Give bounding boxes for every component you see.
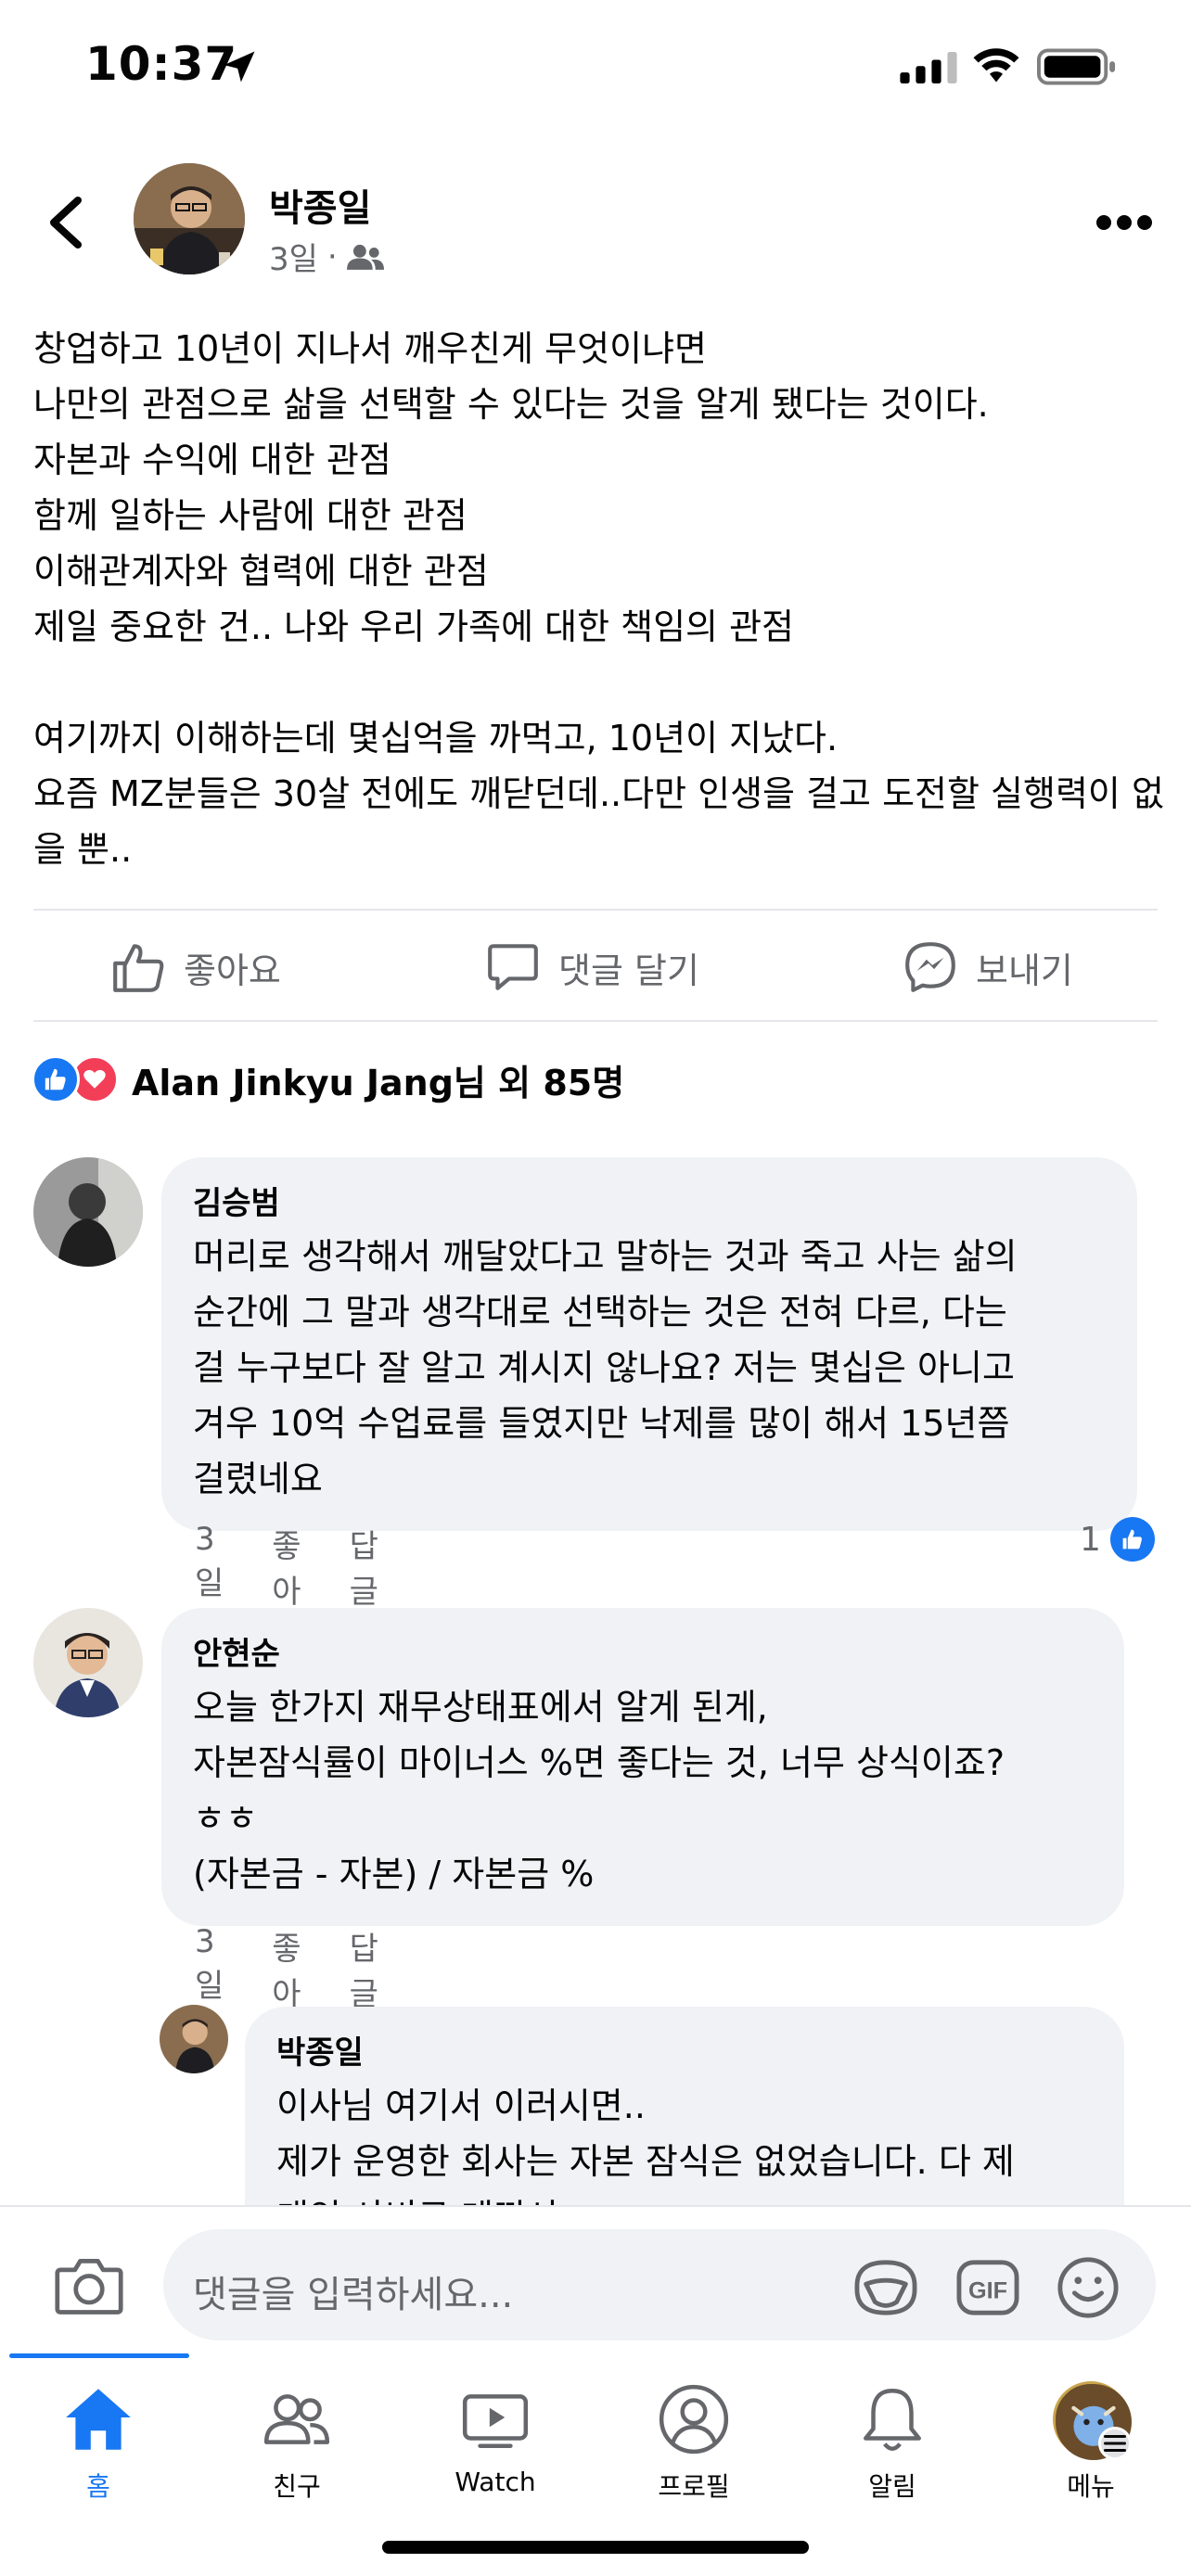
- like-label: 좋아요: [184, 950, 281, 991]
- cellular-signal-icon: [900, 52, 957, 83]
- author-name[interactable]: 박종일: [269, 178, 371, 232]
- thumbs-up-icon: [113, 944, 164, 992]
- svg-text:GIF: GIF: [968, 2278, 1007, 2304]
- sticker-icon[interactable]: [852, 2257, 920, 2318]
- author-avatar[interactable]: [134, 163, 245, 274]
- menu-avatar: [1053, 2381, 1132, 2460]
- nav-home-label: 홈: [86, 2471, 110, 2502]
- send-label: 보내기: [976, 950, 1073, 991]
- messenger-icon: [905, 942, 955, 992]
- status-bar: 10:37: [0, 0, 1191, 130]
- reaction-summary[interactable]: Alan Jinkyu Jang님 외 85명: [32, 1052, 624, 1107]
- friends-icon: [263, 2394, 330, 2444]
- nav-profile-label: 프로필: [658, 2471, 730, 2502]
- friends-icon: [346, 244, 384, 270]
- nav-watch[interactable]: Watch: [403, 2381, 588, 2520]
- comment-button[interactable]: 댓글 달기: [484, 938, 699, 996]
- commenter-name[interactable]: 박종일: [276, 2027, 1093, 2072]
- commenter-name[interactable]: 김승범: [193, 1178, 1106, 1223]
- post-time: 3일: [269, 241, 318, 278]
- reaction-summary-text: Alan Jinkyu Jang님 외 85명: [132, 1062, 625, 1103]
- reply-bubble[interactable]: 박종일 이사님 여기서 이러시면.. 제가 운영한 회사는 자본 잠식은 없었습…: [245, 2007, 1124, 2211]
- divider: [33, 1020, 1158, 1022]
- comment-input-placeholder: 댓글을 입력하세요...: [193, 2274, 514, 2316]
- nav-menu[interactable]: 메뉴: [998, 2381, 1184, 2520]
- comment-composer: 댓글을 입력하세요... GIF: [0, 2205, 1191, 2353]
- home-icon: [66, 2389, 131, 2450]
- comment-input[interactable]: 댓글을 입력하세요... GIF: [163, 2229, 1156, 2340]
- commenter-avatar[interactable]: [33, 1608, 143, 1717]
- post-body: 창업하고 10년이 지나서 깨우친게 무엇이냐면 나만의 관점으로 삶을 선택할…: [33, 328, 1164, 870]
- back-arrow-icon[interactable]: [41, 195, 93, 250]
- nav-notifications-label: 알림: [868, 2471, 916, 2502]
- post-meta: 3일 ·: [269, 234, 384, 279]
- send-button[interactable]: 보내기: [902, 938, 1073, 996]
- comment-text: 이사님 여기서 이러시면.. 제가 운영한 회사는 자본 잠식은 없었습니다. …: [276, 2085, 1015, 2211]
- camera-icon[interactable]: [54, 2255, 124, 2316]
- comment-text: 머리로 생각해서 깨달았다고 말하는 것과 죽고 사는 삶의 순간에 그 말과 …: [193, 1236, 1018, 1499]
- location-arrow-icon: [224, 51, 255, 83]
- menu-icon: [1098, 2427, 1132, 2460]
- nav-friends[interactable]: 친구: [204, 2381, 390, 2520]
- like-reaction-icon: [1109, 1517, 1155, 1562]
- comment-reaction-number: 1: [1080, 1520, 1101, 1559]
- active-tab-indicator: [9, 2353, 189, 2358]
- comment-label: 댓글 달기: [558, 950, 699, 991]
- more-options-icon[interactable]: [1095, 204, 1154, 241]
- nav-home[interactable]: 홈: [6, 2381, 191, 2520]
- profile-icon: [659, 2384, 729, 2455]
- emoji-icon[interactable]: [1056, 2255, 1121, 2320]
- comment-bubble[interactable]: 김승범 머리로 생각해서 깨달았다고 말하는 것과 죽고 사는 삶의 순간에 그…: [161, 1157, 1137, 1531]
- gif-icon[interactable]: GIF: [955, 2257, 1020, 2318]
- status-time: 10:37: [85, 37, 238, 91]
- commenter-name[interactable]: 안현순: [193, 1628, 1093, 1674]
- nav-profile[interactable]: 프로필: [601, 2381, 787, 2520]
- post-action-bar: 좋아요 댓글 달기 보내기: [0, 911, 1191, 1022]
- commenter-avatar[interactable]: [33, 1157, 143, 1267]
- home-indicator: [382, 2541, 809, 2554]
- comment-icon: [488, 944, 538, 990]
- comment-reaction-count[interactable]: 1: [1080, 1517, 1155, 1562]
- post-header: 박종일 3일 ·: [0, 148, 1191, 297]
- meta-dot: ·: [327, 237, 338, 275]
- watch-icon: [462, 2394, 529, 2448]
- comment-text: 오늘 한가지 재무상태표에서 알게 된게, 자본잠식률이 마이너스 %면 좋다는…: [193, 1687, 1005, 1894]
- nav-notifications[interactable]: 알림: [800, 2381, 985, 2520]
- bell-icon: [864, 2388, 921, 2452]
- like-reaction-icon: [32, 1055, 80, 1103]
- nav-watch-label: Watch: [455, 2467, 536, 2497]
- nav-friends-label: 친구: [273, 2471, 321, 2502]
- commenter-avatar[interactable]: [160, 2005, 228, 2073]
- wifi-icon: [973, 48, 1019, 83]
- battery-icon: [1037, 48, 1116, 85]
- comment-bubble[interactable]: 안현순 오늘 한가지 재무상태표에서 알게 된게, 자본잠식률이 마이너스 %면…: [161, 1608, 1124, 1926]
- bottom-navigation: 홈 친구 Watch 프로필 알림 메뉴: [0, 2353, 1191, 2576]
- like-button[interactable]: 좋아요: [109, 938, 281, 996]
